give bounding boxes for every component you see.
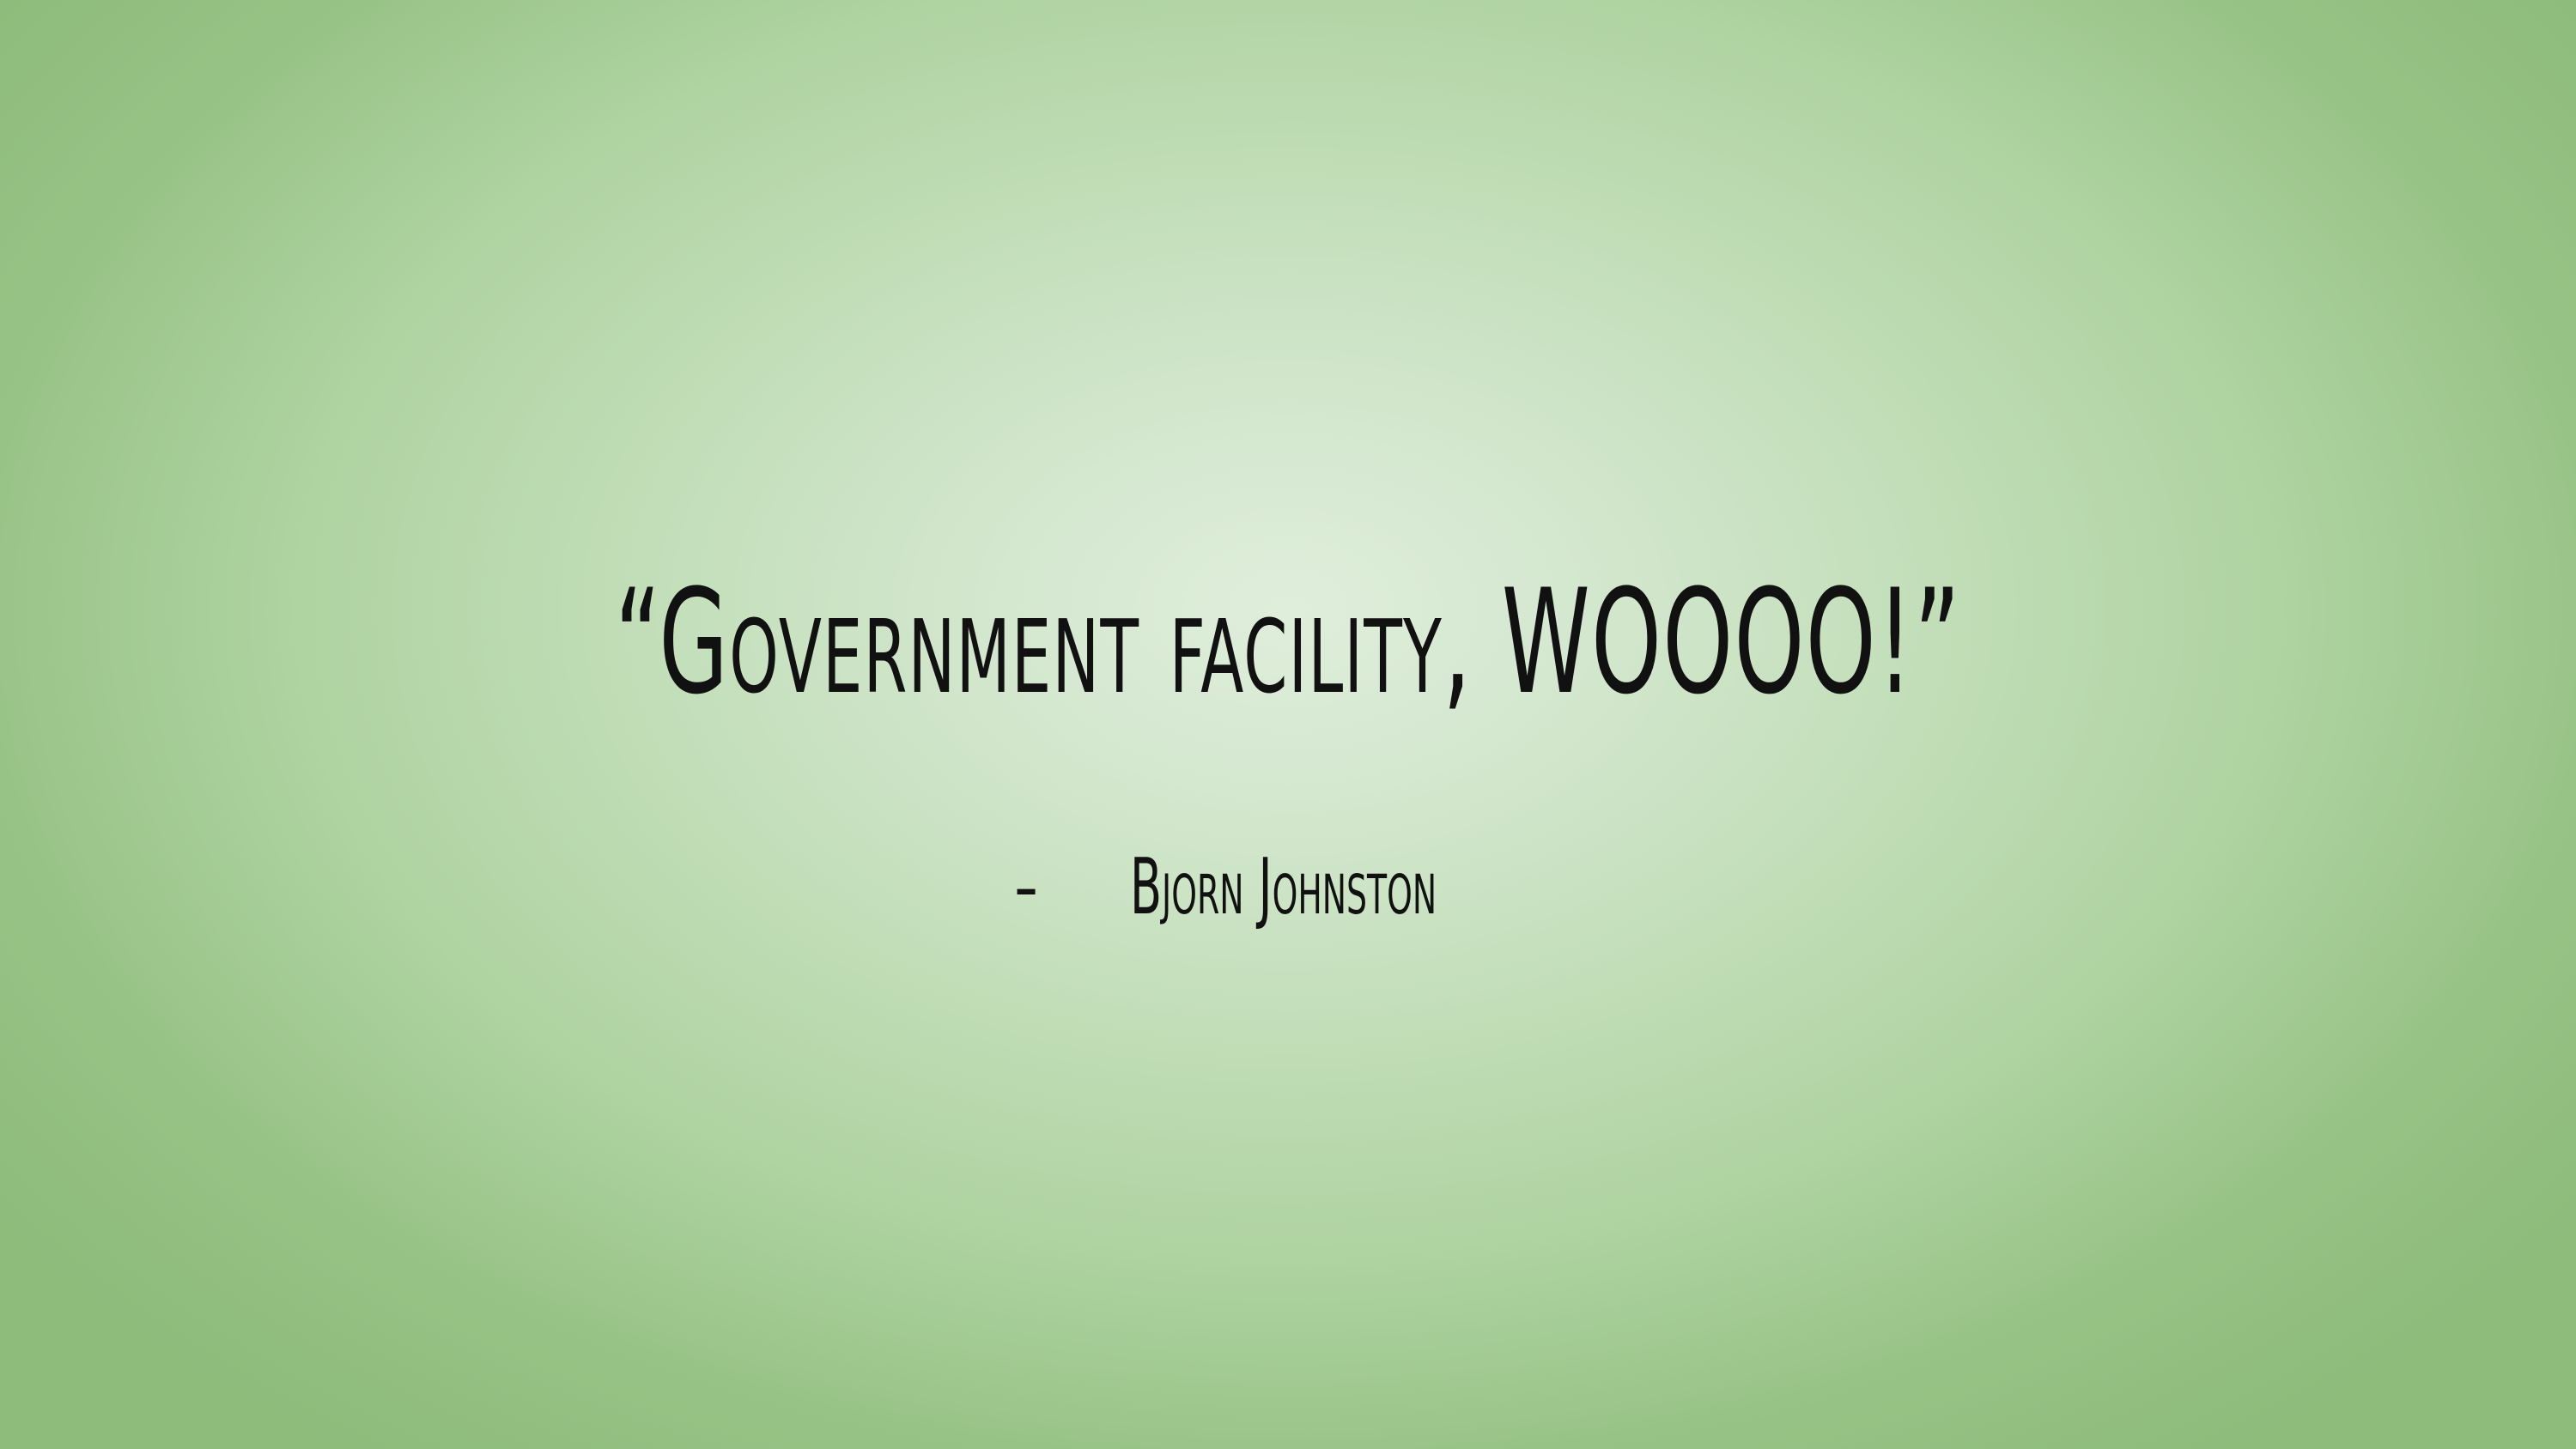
author-name: Bjorn Johnston: [1130, 842, 1437, 932]
quote-text: “Government facility, WOOOO!”: [614, 558, 1962, 726]
attribution-dash: -: [1013, 847, 1039, 927]
slide-background: “Government facility, WOOOO!” - Bjorn Jo…: [0, 0, 2576, 1449]
